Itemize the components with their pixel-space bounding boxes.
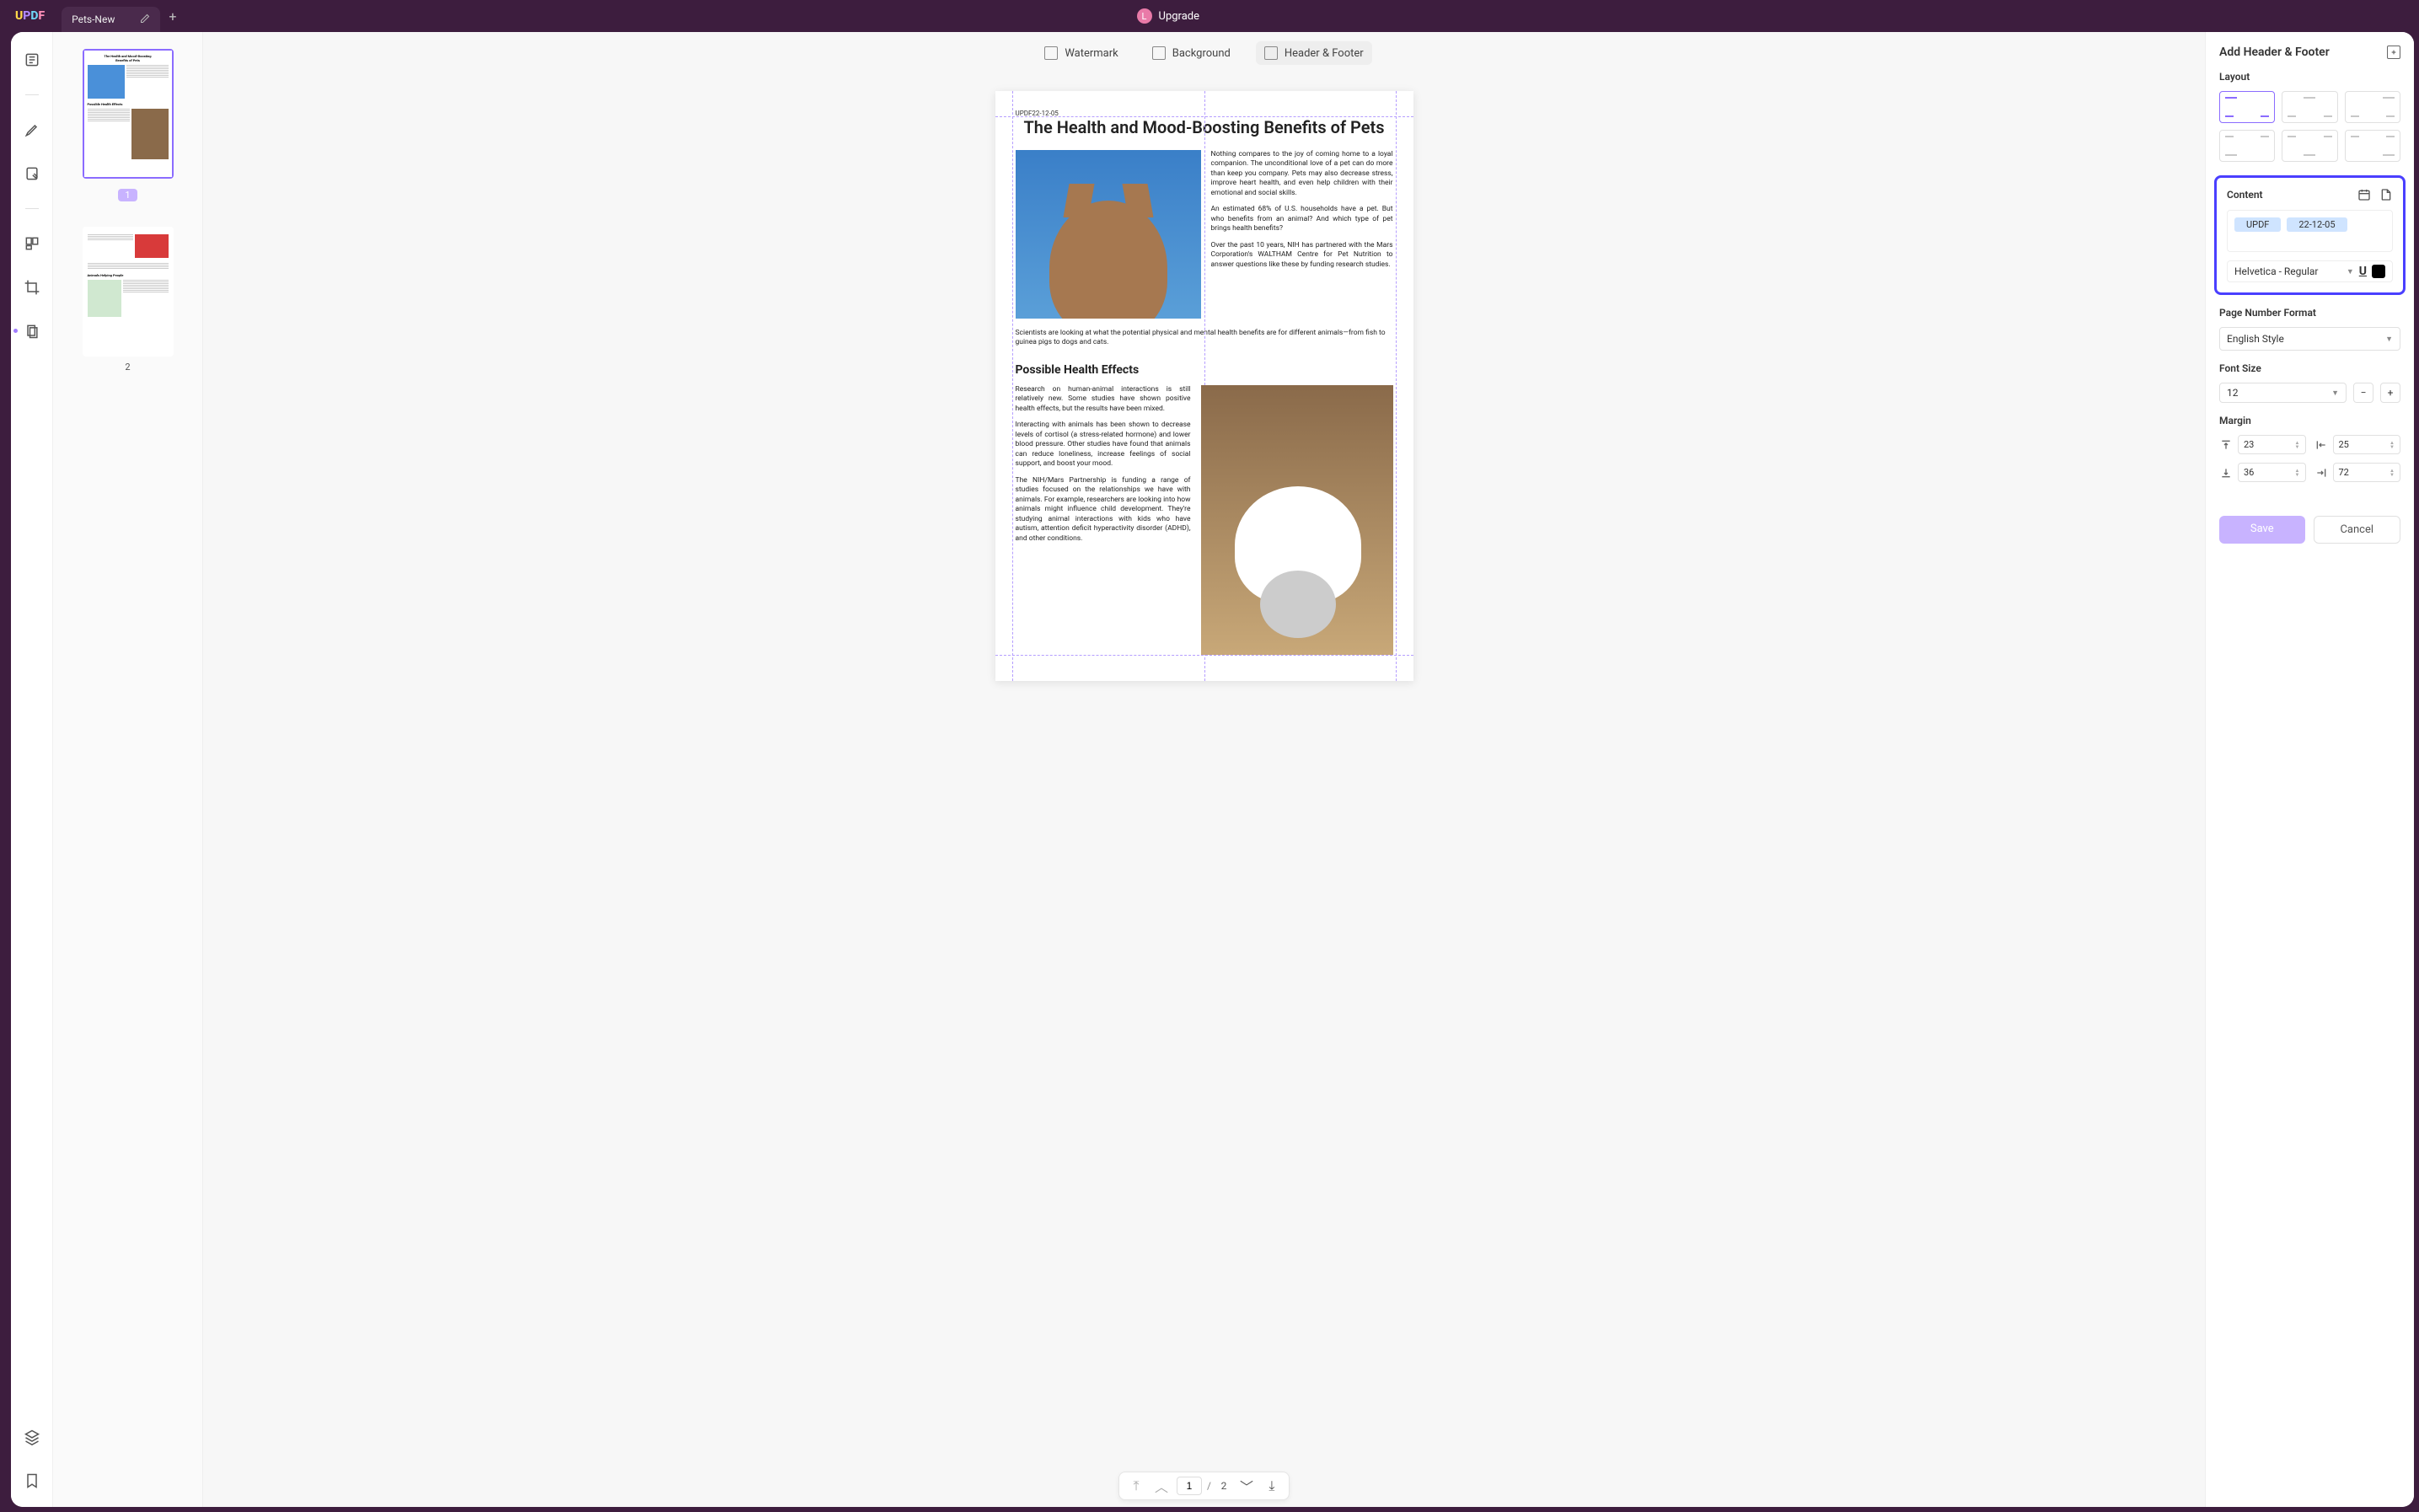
- next-page-button[interactable]: ﹀: [1236, 1476, 1257, 1496]
- layout-option-4[interactable]: [2219, 130, 2275, 162]
- layout-label: Layout: [2219, 71, 2400, 83]
- layout-option-2[interactable]: [2282, 91, 2337, 123]
- thumb-number: 1: [118, 189, 137, 201]
- tab-background[interactable]: Background: [1144, 41, 1239, 65]
- layout-option-5[interactable]: [2282, 130, 2337, 162]
- upgrade-button[interactable]: L Upgrade: [1137, 8, 1199, 24]
- highlighter-tool-icon[interactable]: [23, 121, 41, 139]
- layout-option-6[interactable]: [2345, 130, 2400, 162]
- prev-page-button[interactable]: ︿: [1151, 1476, 1172, 1496]
- chevron-down-icon: ▼: [2385, 335, 2393, 344]
- tab-header-footer[interactable]: Header & Footer: [1256, 41, 1372, 65]
- document-page: UPDF22-12-05 The Health and Mood-Boostin…: [995, 91, 1413, 681]
- margin-bottom-input[interactable]: 36▲▼: [2238, 463, 2306, 482]
- pager: ⤒ ︿ / 2 ﹀ ⤓: [1118, 1472, 1290, 1500]
- top-tabs: Watermark Background Header & Footer: [203, 32, 2205, 74]
- decrease-button[interactable]: −: [2353, 383, 2373, 403]
- increase-button[interactable]: +: [2380, 383, 2400, 403]
- margin-top-icon: [2219, 438, 2233, 452]
- page-tools-icon[interactable]: [23, 322, 41, 340]
- upgrade-label: Upgrade: [1159, 10, 1199, 23]
- content-label: Content: [2227, 189, 2263, 201]
- font-select[interactable]: Helvetica - Regular: [2234, 265, 2341, 277]
- avatar: L: [1137, 8, 1152, 24]
- color-swatch[interactable]: [2372, 265, 2385, 278]
- save-button[interactable]: Save: [2219, 516, 2305, 544]
- layers-icon[interactable]: [23, 1428, 41, 1446]
- pencil-icon[interactable]: [140, 13, 150, 26]
- margin-right-input[interactable]: 72▲▼: [2333, 463, 2401, 482]
- thumbnail-page-1[interactable]: The Health and Mood-BoostingBenefits of …: [83, 49, 174, 179]
- thumbnail-page-2[interactable]: Animals Helping People: [83, 227, 174, 357]
- last-page-button[interactable]: ⤓: [1262, 1476, 1282, 1496]
- panel-title: Add Header & Footer: [2219, 46, 2330, 59]
- header-footer-icon: [1264, 46, 1278, 60]
- page-number-input[interactable]: [1177, 1477, 1202, 1495]
- chevron-down-icon: ▼: [2347, 267, 2354, 276]
- left-toolbar: [11, 32, 53, 1507]
- thumb-number: 2: [83, 362, 174, 373]
- document-tab[interactable]: Pets-New: [62, 7, 160, 32]
- page-image-cat: [1016, 150, 1201, 319]
- layout-option-1[interactable]: [2219, 91, 2275, 123]
- margin-label: Margin: [2219, 415, 2400, 426]
- margin-left-input[interactable]: 25▲▼: [2333, 435, 2401, 454]
- margin-left-icon: [2314, 438, 2328, 452]
- page-icon[interactable]: [2379, 188, 2393, 201]
- page-image-pets: [1201, 385, 1393, 655]
- cancel-button[interactable]: Cancel: [2314, 516, 2401, 544]
- first-page-button[interactable]: ⤒: [1126, 1476, 1146, 1496]
- underline-button[interactable]: U: [2359, 265, 2367, 278]
- watermark-icon: [1044, 46, 1058, 60]
- chevron-down-icon: ▼: [2331, 389, 2339, 398]
- properties-panel: Add Header & Footer Layout Content: [2205, 32, 2414, 1507]
- margin-bottom-icon: [2219, 466, 2233, 480]
- organize-tool-icon[interactable]: [23, 234, 41, 253]
- edit-tool-icon[interactable]: [23, 164, 41, 183]
- tab-watermark[interactable]: Watermark: [1036, 41, 1126, 65]
- bookmark-icon[interactable]: [23, 1472, 41, 1490]
- layout-option-3[interactable]: [2345, 91, 2400, 123]
- font-size-label: Font Size: [2219, 362, 2400, 374]
- new-tab-button[interactable]: +: [169, 8, 176, 24]
- layout-options: [2219, 91, 2400, 162]
- content-chip-date[interactable]: 22-12-05: [2287, 217, 2347, 232]
- reader-tool-icon[interactable]: [23, 51, 41, 69]
- header-text: UPDF22-12-05: [1016, 110, 1059, 117]
- thumbnails-panel: The Health and Mood-BoostingBenefits of …: [53, 32, 203, 1507]
- calendar-icon[interactable]: [2357, 188, 2371, 201]
- tab-title: Pets-New: [72, 13, 115, 25]
- content-field[interactable]: UPDF 22-12-05: [2227, 210, 2393, 252]
- background-icon: [1152, 46, 1166, 60]
- crop-tool-icon[interactable]: [23, 278, 41, 297]
- margin-top-input[interactable]: 23▲▼: [2238, 435, 2306, 454]
- page-number-format-label: Page Number Format: [2219, 307, 2400, 319]
- page-number-style-select[interactable]: English Style ▼: [2219, 327, 2400, 351]
- page-total: 2: [1216, 1480, 1231, 1492]
- app-logo: UPDF: [15, 9, 45, 23]
- content-chip-updf[interactable]: UPDF: [2234, 217, 2281, 232]
- expand-icon[interactable]: [2387, 46, 2400, 59]
- font-size-input[interactable]: 12 ▼: [2219, 383, 2347, 403]
- margin-right-icon: [2314, 466, 2328, 480]
